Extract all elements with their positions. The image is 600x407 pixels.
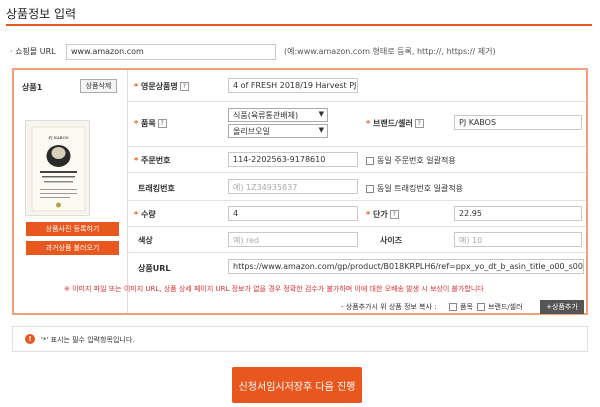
- title-divider: [6, 24, 592, 26]
- product-thumbnail: PJ KABOS: [25, 120, 90, 216]
- category-label: * 품목?: [134, 118, 167, 129]
- size-label: 사이즈: [380, 236, 403, 245]
- color-input[interactable]: 예) red: [228, 232, 358, 247]
- quantity-label: * 수량: [134, 210, 156, 219]
- help-icon: ?: [179, 82, 189, 91]
- load-past-product-button[interactable]: 과거상품 불러오기: [26, 241, 119, 255]
- unit-price-label: * 단가?: [366, 209, 399, 220]
- order-no-label: * 주문번호: [134, 156, 171, 165]
- row-product-url: 상품URL https://www.amazon.com/gp/product/…: [128, 253, 586, 281]
- category-select-1[interactable]: 식품(육류통관배제) ▼: [228, 108, 328, 122]
- shopping-mall-url-row: · 쇼핑몰 URL www.amazon.com (예:www.amazon.c…: [10, 44, 590, 60]
- save-and-continue-button[interactable]: 신청서임시저장후 다음 진행: [232, 367, 362, 403]
- tracking-no-label: 트래킹번호: [138, 184, 175, 193]
- row-tracking-no: 트래킹번호 예) 1Z34935837 동일 트래킹번호 일괄적용: [128, 173, 586, 201]
- english-name-input[interactable]: 4 of FRESH 2018/19 Harvest PJ KA: [228, 78, 358, 93]
- product-card: 상품1 상품삭제 PJ KABOS 상품사진 등록하기 과거상품 불러오기 * …: [12, 68, 588, 315]
- page-title: 상품정보 입력: [6, 7, 77, 21]
- row-english-name: * 영문상품명? 4 of FRESH 2018/19 Harvest PJ K…: [128, 70, 586, 102]
- same-tracking-no-checkbox[interactable]: 동일 트래킹번호 일괄적용: [366, 183, 463, 194]
- help-icon: ?: [389, 210, 399, 219]
- order-no-input[interactable]: 114-2202563-9178610: [228, 152, 358, 167]
- brand-input[interactable]: PJ KABOS: [454, 115, 582, 130]
- unit-price-input[interactable]: 22.95: [454, 206, 582, 221]
- url-hint: (예:www.amazon.com 형태로 등록, http://, https…: [284, 47, 496, 56]
- category-select-2[interactable]: 올리브오일 ▼: [228, 124, 328, 138]
- notice-text: '*' 표시는 필수 입력항목입니다.: [41, 336, 135, 344]
- product-name: 상품1: [22, 83, 43, 92]
- alert-icon: !: [25, 334, 35, 344]
- tracking-no-input[interactable]: 예) 1Z34935837: [228, 179, 358, 194]
- warning-text: ※ 이미지 파일 또는 이미지 URL, 상품 상세 페이지 URL 정보가 없…: [64, 285, 484, 293]
- help-icon: ?: [157, 119, 167, 128]
- quantity-input[interactable]: 4: [228, 206, 358, 221]
- delete-product-button[interactable]: 상품삭제: [80, 79, 117, 93]
- copy-category-checkbox[interactable]: 품목: [449, 302, 473, 312]
- chevron-down-icon: ▼: [318, 110, 324, 118]
- product-url-label: 상품URL: [138, 264, 171, 273]
- chevron-down-icon: ▼: [318, 126, 324, 134]
- color-label: 색상: [138, 236, 153, 245]
- row-color-size: 색상 예) red 사이즈 예) 10: [128, 227, 586, 253]
- help-icon: ?: [414, 119, 424, 128]
- copy-label: - 상품추가시 위 상품 정보 복사 :: [341, 303, 437, 311]
- size-input[interactable]: 예) 10: [454, 232, 582, 247]
- brand-label: * 브랜드/셀러?: [366, 118, 424, 129]
- row-category-brand: * 품목? 식품(육류통관배제) ▼ 올리브오일 ▼ * 브랜드/셀러? PJ KA…: [128, 102, 586, 147]
- required-notice: ! '*' 표시는 필수 입력항목입니다.: [12, 326, 588, 352]
- product-url-input[interactable]: https://www.amazon.com/gp/product/B018KR…: [228, 259, 584, 274]
- row-qty-price: * 수량 4 * 단가? 22.95: [128, 201, 586, 227]
- add-product-button[interactable]: +상품추가: [540, 300, 584, 314]
- register-photo-button[interactable]: 상품사진 등록하기: [26, 222, 119, 236]
- url-label: · 쇼핑몰 URL: [10, 47, 56, 56]
- product-left-pane: 상품1 상품삭제 PJ KABOS 상품사진 등록하기 과거상품 불러오기: [14, 70, 128, 313]
- english-name-label: * 영문상품명?: [134, 81, 189, 92]
- copy-brand-checkbox[interactable]: 브랜드/셀러: [477, 302, 523, 312]
- row-order-no: * 주문번호 114-2202563-9178610 동일 주문번호 일괄적용: [128, 147, 586, 173]
- product-image: PJ KABOS: [26, 121, 89, 215]
- product-image-label: PJ KABOS: [48, 135, 69, 140]
- same-order-no-checkbox[interactable]: 동일 주문번호 일괄적용: [366, 155, 456, 166]
- url-input[interactable]: www.amazon.com: [66, 44, 276, 60]
- copy-options-row: - 상품추가시 위 상품 정보 복사 : 품목 브랜드/셀러 +상품추가: [0, 300, 600, 314]
